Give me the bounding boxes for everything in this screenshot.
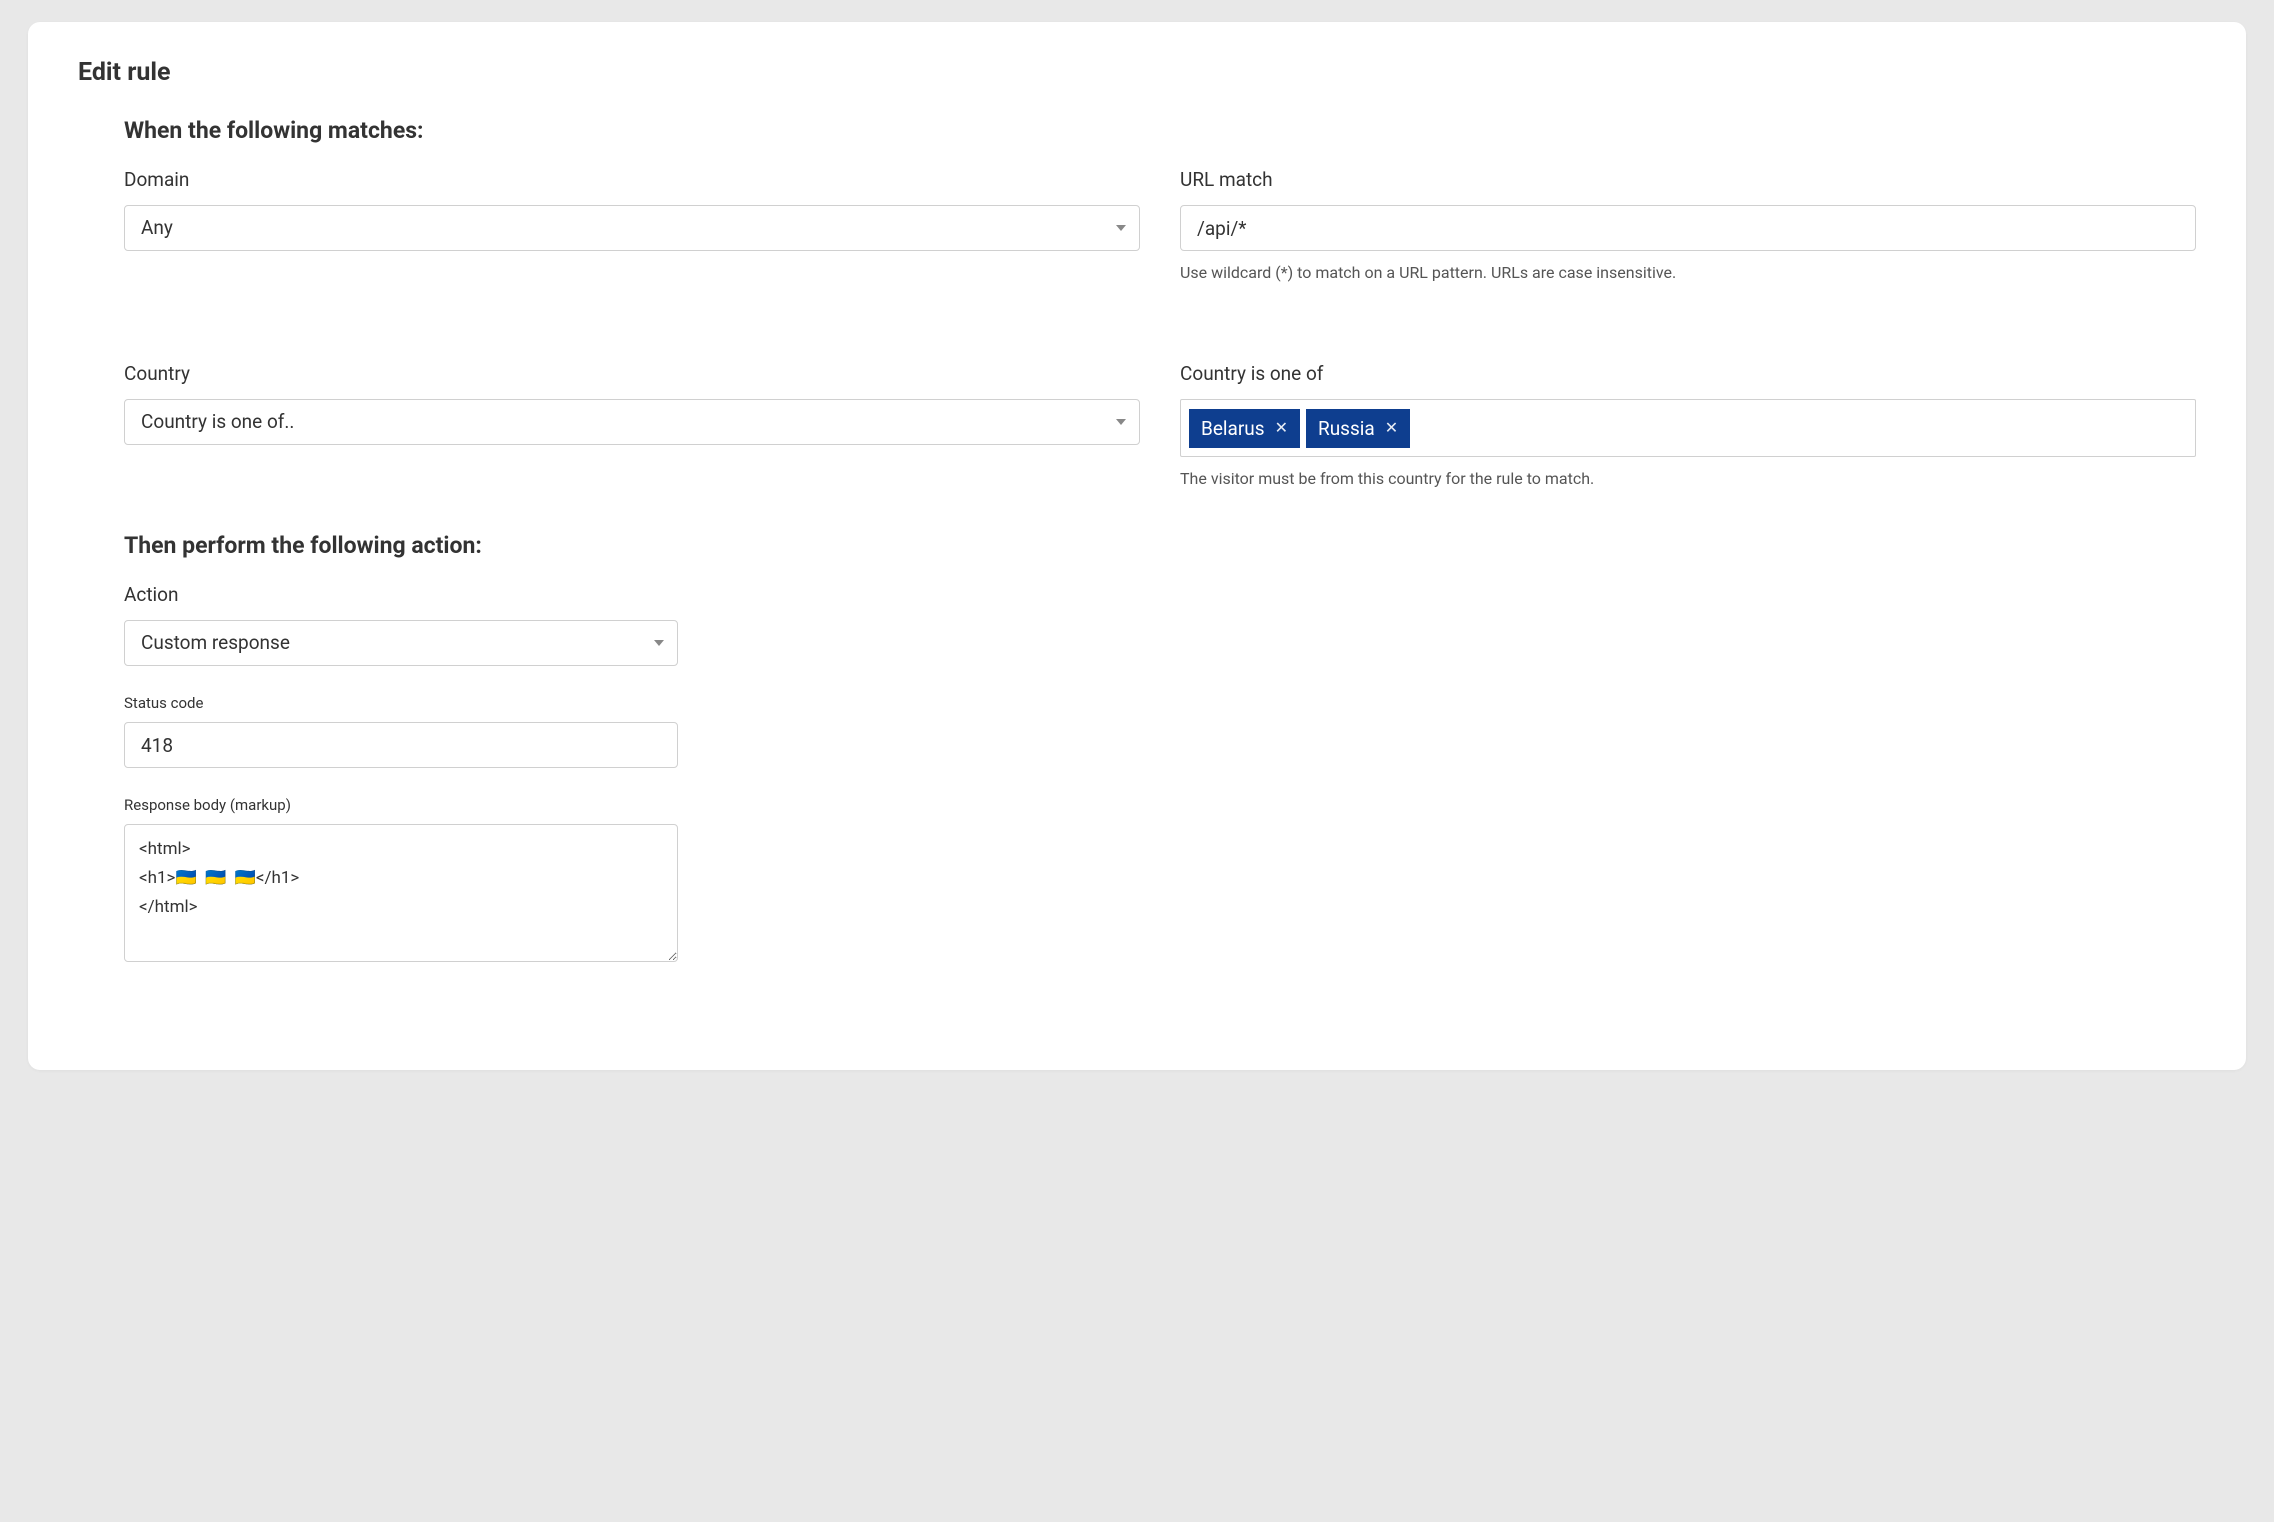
country-values-label: Country is one of (1180, 362, 2196, 385)
response-body-input[interactable] (124, 824, 678, 962)
domain-field: Domain Any (124, 168, 1140, 282)
url-match-input[interactable] (1180, 205, 2196, 251)
country-mode-label: Country (124, 362, 1140, 385)
page-title: Edit rule (78, 58, 2196, 87)
url-match-help: Use wildcard (*) to match on a URL patte… (1180, 263, 2196, 282)
country-values-field: Country is one of Belarus ✕ Russia ✕ The… (1180, 362, 2196, 488)
country-mode-select[interactable]: Country is one of.. (124, 399, 1140, 445)
response-body-label: Response body (markup) (124, 796, 678, 814)
action-select-value: Custom response (141, 631, 290, 655)
country-mode-field: Country Country is one of.. (124, 362, 1140, 488)
url-match-field: URL match Use wildcard (*) to match on a… (1180, 168, 2196, 282)
url-match-label: URL match (1180, 168, 2196, 191)
spacer (124, 310, 2196, 334)
action-section-heading: Then perform the following action: (78, 532, 2196, 559)
domain-select[interactable]: Any (124, 205, 1140, 251)
status-code-input[interactable] (124, 722, 678, 768)
remove-tag-icon[interactable]: ✕ (1275, 420, 1288, 436)
action-select[interactable]: Custom response (124, 620, 678, 666)
action-field: Action Custom response (124, 583, 678, 666)
action-label: Action (124, 583, 678, 606)
edit-rule-card: Edit rule When the following matches: Do… (28, 22, 2246, 1070)
country-mode-select-value: Country is one of.. (141, 410, 294, 434)
tag-label: Belarus (1201, 417, 1265, 440)
status-code-label: Status code (124, 694, 678, 712)
country-tag: Belarus ✕ (1189, 409, 1300, 448)
remove-tag-icon[interactable]: ✕ (1385, 420, 1398, 436)
tag-label: Russia (1318, 417, 1375, 440)
domain-select-value: Any (141, 216, 173, 240)
action-form: Action Custom response Status code Respo… (78, 583, 678, 966)
country-tag-input[interactable]: Belarus ✕ Russia ✕ (1180, 399, 2196, 457)
country-values-help: The visitor must be from this country fo… (1180, 469, 2196, 488)
match-section-heading: When the following matches: (78, 117, 2196, 144)
status-code-field: Status code (124, 694, 678, 768)
country-tag: Russia ✕ (1306, 409, 1410, 448)
response-body-field: Response body (markup) (124, 796, 678, 966)
match-form: Domain Any URL match Use wildcard (*) to… (78, 168, 2196, 488)
domain-label: Domain (124, 168, 1140, 191)
